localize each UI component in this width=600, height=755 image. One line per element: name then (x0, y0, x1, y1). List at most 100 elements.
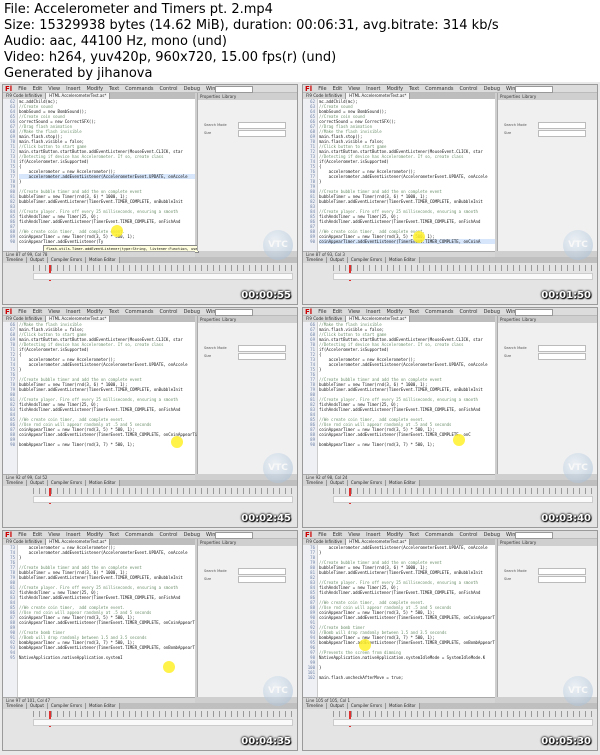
panel-field[interactable] (538, 353, 586, 360)
panel-field[interactable] (538, 576, 586, 583)
menu-item[interactable]: File (18, 531, 26, 539)
panel-field[interactable] (238, 568, 286, 575)
code-editor[interactable]: 73 74 75 76 77 78 79 80 81 82 83 84 85 86 87 88 89 90 91 92… (3, 545, 195, 697)
video-thumbnail[interactable]: Fl File Edit View Insert Modify Text Commands Co… (302, 307, 598, 528)
menu-item[interactable]: Control (159, 85, 177, 93)
menu-item[interactable]: File (318, 85, 326, 93)
menu-item[interactable]: Debug (184, 85, 200, 93)
code-area[interactable]: mc.addChild(mc);//Create sound bombSound … (19, 99, 195, 251)
panel-tab[interactable]: Library (522, 316, 536, 323)
menu-item[interactable]: Modify (386, 85, 403, 93)
menu-item[interactable]: Modify (386, 531, 403, 539)
menu-item[interactable]: Insert (366, 531, 380, 539)
code-area[interactable]: accelerometer = new Accelerometer(); acc… (19, 545, 195, 697)
code-editor[interactable]: 62 63 64 65 66 67 68 69 70 71 72 73 74 75 76 77 78 79 80 81… (303, 99, 495, 251)
menu-item[interactable]: View (48, 531, 60, 539)
menu-item[interactable]: Commands (125, 531, 153, 539)
menu-item[interactable]: Edit (33, 85, 43, 93)
menu-item[interactable]: Edit (33, 531, 43, 539)
timeline-layer[interactable] (33, 496, 293, 503)
menu-item[interactable]: Control (459, 308, 477, 316)
video-thumbnail[interactable]: Fl File Edit View Insert Modify Text Commands Co… (2, 530, 298, 751)
menu-item[interactable]: File (318, 308, 326, 316)
video-thumbnail[interactable]: Fl File Edit View Insert Modify Text Commands Co… (302, 530, 598, 751)
menu-item[interactable]: Edit (333, 308, 343, 316)
menu-item[interactable]: Modify (386, 308, 403, 316)
menu-item[interactable]: View (48, 308, 60, 316)
code-area[interactable]: mc.addChild(mc);//Create sound bombSound … (319, 99, 495, 251)
code-area[interactable]: //Make the flash invisible main.flash.vis… (319, 322, 495, 474)
menu-item[interactable]: File (318, 531, 326, 539)
timeline-layer[interactable] (33, 719, 293, 726)
menu-item[interactable]: View (348, 531, 360, 539)
menu-item[interactable]: File (18, 308, 26, 316)
menu-item[interactable]: Debug (484, 85, 500, 93)
menu-item[interactable]: Control (459, 85, 477, 93)
menu-item[interactable]: Modify (86, 85, 103, 93)
code-editor[interactable]: 76 77 78 79 80 81 82 83 84 85 86 87 88 89 90 91 92 93 94 95… (303, 545, 495, 697)
panel-field[interactable] (538, 130, 586, 137)
search-input[interactable] (215, 86, 253, 93)
timeline-layer[interactable] (333, 496, 593, 503)
panel-field[interactable] (538, 568, 586, 575)
menu-item[interactable]: Control (459, 531, 477, 539)
panel-tab[interactable]: Library (222, 539, 236, 546)
panel-field[interactable] (238, 353, 286, 360)
menu-item[interactable]: File (18, 85, 26, 93)
search-input[interactable] (215, 532, 253, 539)
panel-field[interactable] (538, 345, 586, 352)
panel-tab[interactable]: Library (522, 539, 536, 546)
menu-item[interactable]: Commands (425, 531, 453, 539)
menu-item[interactable]: Text (109, 531, 119, 539)
panel-tab[interactable]: Properties (500, 316, 520, 323)
menu-item[interactable]: Debug (184, 308, 200, 316)
menu-item[interactable]: Debug (484, 308, 500, 316)
menu-item[interactable]: Commands (125, 308, 153, 316)
code-editor[interactable]: 62 63 64 65 66 67 68 69 70 71 72 73 74 75 76 77 78 79 80 81… (3, 99, 199, 253)
panel-field[interactable] (538, 122, 586, 129)
menu-item[interactable]: Control (159, 308, 177, 316)
timeline-layer[interactable] (333, 273, 593, 280)
panel-field[interactable] (238, 345, 286, 352)
menu-item[interactable]: Text (409, 85, 419, 93)
menu-item[interactable]: Debug (484, 531, 500, 539)
menu-item[interactable]: Control (159, 531, 177, 539)
search-input[interactable] (515, 86, 553, 93)
code-editor[interactable]: 66 67 68 69 70 71 72 73 74 75 76 77 78 79 80 81 82 83 84 85… (303, 322, 495, 474)
menu-item[interactable]: Insert (366, 308, 380, 316)
panel-tab[interactable]: Library (222, 93, 236, 100)
search-input[interactable] (515, 309, 553, 316)
code-editor[interactable]: 66 67 68 69 70 71 72 73 74 75 76 77 78 79 80 81 82 83 84 85… (3, 322, 197, 474)
menu-item[interactable]: Insert (66, 531, 80, 539)
menu-item[interactable]: Text (409, 308, 419, 316)
panel-field[interactable] (238, 122, 286, 129)
video-thumbnail[interactable]: Fl File Edit View Insert Modify Text Commands Co… (302, 84, 598, 305)
menu-item[interactable]: Text (109, 308, 119, 316)
menu-item[interactable]: View (348, 85, 360, 93)
menu-item[interactable]: Modify (86, 531, 103, 539)
menu-item[interactable]: View (348, 308, 360, 316)
code-area[interactable]: accelerometer.addEventListener(Accelerom… (319, 545, 495, 697)
panel-tab[interactable]: Properties (500, 539, 520, 546)
video-thumbnail[interactable]: Fl File Edit View Insert Modify Text Commands Co… (2, 307, 298, 528)
timeline-layer[interactable] (333, 719, 593, 726)
menu-item[interactable]: Insert (66, 85, 80, 93)
panel-tab[interactable]: Properties (200, 539, 220, 546)
search-input[interactable] (515, 532, 553, 539)
menu-item[interactable]: Commands (125, 85, 153, 93)
menu-item[interactable]: View (48, 85, 60, 93)
menu-item[interactable]: Insert (66, 308, 80, 316)
panel-field[interactable] (238, 576, 286, 583)
menu-item[interactable]: Edit (333, 531, 343, 539)
timeline-layer[interactable] (33, 273, 293, 280)
panel-tab[interactable]: Properties (200, 93, 220, 100)
menu-item[interactable]: Edit (33, 308, 43, 316)
panel-field[interactable] (238, 130, 286, 137)
menu-item[interactable]: Commands (425, 308, 453, 316)
menu-item[interactable]: Modify (86, 308, 103, 316)
video-thumbnail[interactable]: Fl File Edit View Insert Modify Text Commands Co… (2, 84, 298, 305)
panel-tab[interactable]: Library (522, 93, 536, 100)
panel-tab[interactable]: Library (222, 316, 236, 323)
menu-item[interactable]: Commands (425, 85, 453, 93)
menu-item[interactable]: Edit (333, 85, 343, 93)
